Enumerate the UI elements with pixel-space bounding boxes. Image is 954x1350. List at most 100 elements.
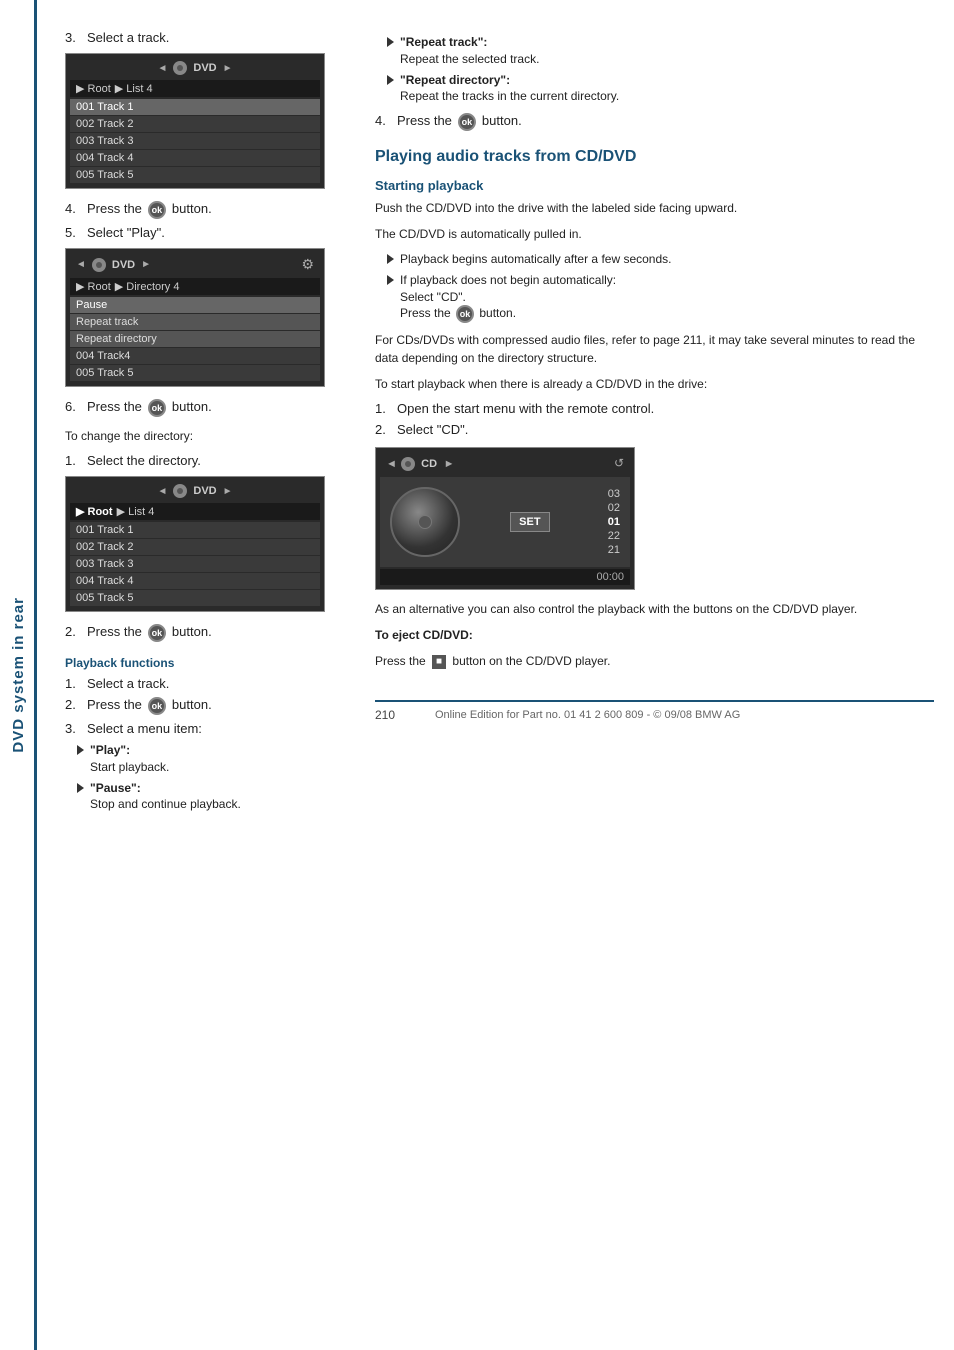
dvd-icon-inner-2 (96, 262, 102, 268)
menu-track5: 005 Track 5 (70, 365, 320, 381)
step-cd-2-text: Select "CD". (397, 422, 468, 437)
dvd-icon-2 (92, 258, 106, 272)
press-ok-text: Press the (400, 307, 454, 321)
step-dir-2-num: 2. (65, 624, 83, 639)
pb-step-1-num: 1. (65, 676, 83, 691)
step-5-num: 5. (65, 225, 83, 240)
cd-bullet-auto-content: Playback begins automatically after a fe… (400, 251, 934, 268)
para1: Push the CD/DVD into the drive with the … (375, 199, 934, 217)
eject-suffix: button on the CD/DVD player. (452, 654, 610, 668)
step-dir-1-text: Select the directory. (87, 453, 201, 468)
right-bullet-repeat-dir-label: "Repeat directory": (400, 73, 510, 87)
sidebar: DVD system in rear (0, 0, 36, 1350)
track3-row-3: 003 Track 3 (70, 556, 320, 572)
track3-row-4: 004 Track 4 (70, 573, 320, 589)
cd-set-button[interactable]: SET (510, 512, 549, 532)
dvd-arrow-right: ► (223, 63, 233, 74)
ok-button-inline-1: ok (148, 201, 166, 219)
track-row-5: 005 Track 5 (70, 167, 320, 183)
cd-track-list: 03 02 01 22 21 (608, 488, 620, 556)
right-bullet-repeat-track-desc: Repeat the selected track. (400, 52, 539, 66)
track-row-4: 004 Track 4 (70, 150, 320, 166)
step-4-text: Press the (87, 201, 142, 216)
step-5-text: Select "Play". (87, 225, 165, 240)
breadcrumb-list4-3: ▶ List 4 (117, 505, 155, 518)
dvd-icon (173, 61, 187, 75)
step-4: 4. Press the ok button. (65, 201, 345, 219)
step-5: 5. Select "Play". (65, 225, 345, 240)
dvd-screen-3: ◄ DVD ► ▶ Root ▶ List 4 001 Track 1 002 … (65, 476, 325, 612)
right-column: "Repeat track": Repeat the selected trac… (375, 30, 934, 817)
right-bullet-repeat-track-label: "Repeat track": (400, 35, 487, 49)
step-6: 6. Press the ok button. (65, 399, 345, 417)
pb-bullet-play: "Play": Start playback. (77, 742, 345, 776)
ok-button-inline-6: ok (456, 305, 474, 323)
step-dir-1-num: 1. (65, 453, 83, 468)
menu-track4: 004 Track4 (70, 348, 320, 364)
dvd-screen-2: ◄ DVD ► ⚙ ▶ Root ▶ Directory 4 Pause Rep… (65, 248, 325, 387)
step-4-suffix: button. (172, 201, 212, 216)
eject-heading: To eject CD/DVD: (375, 628, 473, 642)
cd-track-02: 02 (608, 502, 620, 514)
pb-step-2-text: Press the (87, 697, 142, 712)
step-dir-1: 1. Select the directory. (65, 453, 345, 468)
cd-label: CD (421, 458, 437, 470)
eject-press: Press the (375, 654, 426, 668)
track-row-1: 001 Track 1 (70, 99, 320, 115)
dvd-screen-2-header: ◄ DVD ► ⚙ (70, 253, 320, 276)
pb-bullet-pause: "Pause": Stop and continue playback. (77, 780, 345, 814)
dvd-icon-3 (173, 484, 187, 498)
step-6-num: 6. (65, 399, 83, 414)
press-ok-suffix: button. (476, 307, 516, 321)
dvd-screen-2-breadcrumb: ▶ Root ▶ Directory 4 (70, 278, 320, 295)
pb-step-3-text: Select a menu item: (87, 721, 202, 736)
right-bullet-repeat-dir-content: "Repeat directory": Repeat the tracks in… (400, 72, 934, 106)
dvd-icon-inner-3 (177, 488, 183, 494)
cd-track-21: 21 (608, 544, 620, 556)
dir-change-label: To change the directory: (65, 427, 345, 445)
cd-disc-area: SET 03 02 01 22 21 (380, 477, 630, 567)
para4: To start playback when there is already … (375, 375, 934, 393)
section-heading: Playing audio tracks from CD/DVD (375, 147, 934, 168)
cd-bullet-auto: Playback begins automatically after a fe… (387, 251, 934, 268)
dvd-screen-1-header: ◄ DVD ► (70, 58, 320, 78)
track3-row-1: 001 Track 1 (70, 522, 320, 538)
step-3: 3. Select a track. (65, 30, 345, 45)
bullet-tri-play (77, 745, 84, 755)
right-bullets-container: "Repeat track": Repeat the selected trac… (375, 34, 934, 105)
eject-text: Press the ■ button on the CD/DVD player. (375, 652, 934, 670)
pb-step-3: 3. Select a menu item: (65, 721, 345, 736)
bullet-tri-noauto (387, 275, 394, 285)
dvd-screen-3-header: ◄ DVD ► (70, 481, 320, 501)
pb-step-2-num: 2. (65, 697, 83, 712)
right-step-4: 4. Press the ok button. (375, 113, 934, 131)
eject-label: To eject CD/DVD: (375, 626, 934, 644)
playback-heading: Playback functions (65, 656, 345, 670)
right-bullet-repeat-track: "Repeat track": Repeat the selected trac… (387, 34, 934, 68)
cd-screen: ◄ CD ► ↺ SET 03 02 01 22 (375, 447, 635, 590)
sidebar-label: DVD system in rear (10, 597, 27, 753)
pb-step-1-text: Select a track. (87, 676, 169, 691)
breadcrumb-root-3-active: ▶ Root (76, 505, 113, 518)
pb-bullet-pause-desc: Stop and continue playback. (90, 797, 241, 811)
cd-track-03: 03 (608, 488, 620, 500)
cd-bullet-noauto: If playback does not begin automatically… (387, 272, 934, 324)
pb-step-1: 1. Select a track. (65, 676, 345, 691)
menu-repeat-track: Repeat track (70, 314, 320, 330)
cd-disc-hole (418, 515, 432, 529)
pb-bullet-play-content: "Play": Start playback. (90, 742, 345, 776)
step-dir-2: 2. Press the ok button. (65, 624, 345, 642)
breadcrumb-root-2: ▶ Root (76, 280, 111, 293)
step-dir-2-text: Press the (87, 624, 142, 639)
right-bullet-repeat-dir-desc: Repeat the tracks in the current directo… (400, 89, 619, 103)
cd-icon (401, 457, 415, 471)
footer-text: Online Edition for Part no. 01 41 2 600 … (435, 709, 740, 721)
cd-set-container: SET (510, 512, 549, 532)
cd-track-22: 22 (608, 530, 620, 542)
right-step-4-num: 4. (375, 113, 393, 128)
dvd-label: DVD (193, 62, 216, 74)
breadcrumb-dir4: ▶ Directory 4 (115, 280, 180, 293)
cd-bullet-noauto-content: If playback does not begin automatically… (400, 272, 934, 324)
para5: As an alternative you can also control t… (375, 600, 934, 618)
right-bullet-repeat-track-content: "Repeat track": Repeat the selected trac… (400, 34, 934, 68)
